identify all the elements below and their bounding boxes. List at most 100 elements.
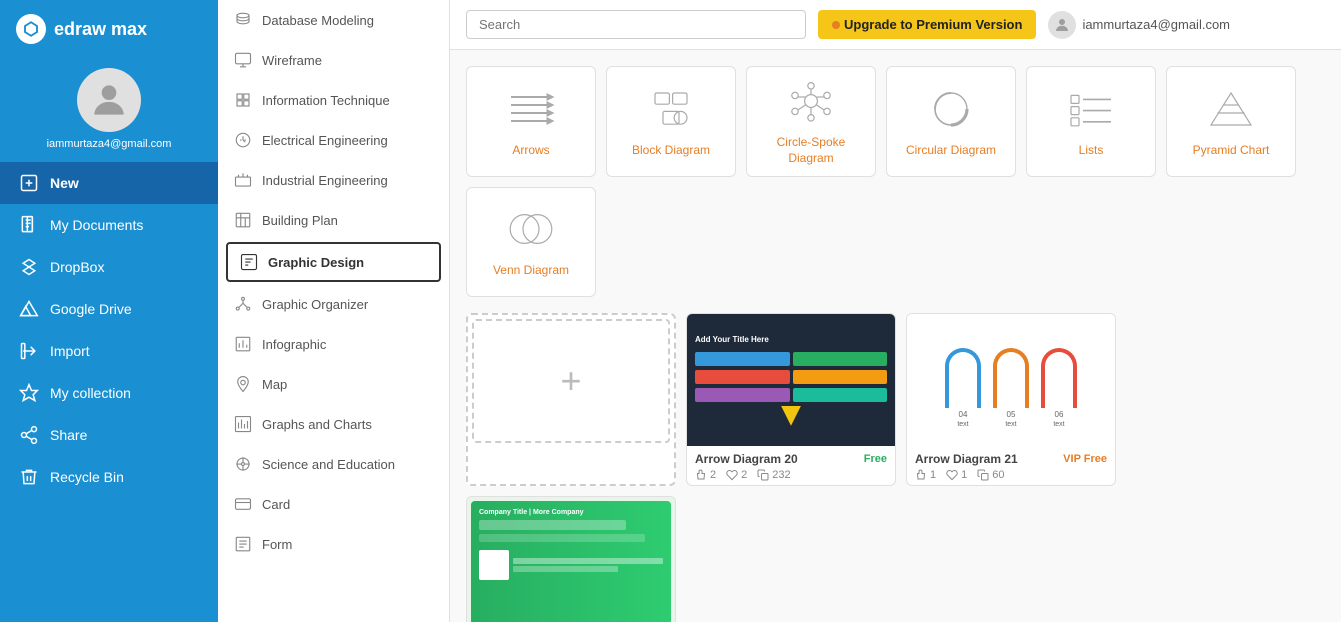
middle-item-form[interactable]: Form [218,524,449,564]
category-card-circle-spoke[interactable]: Circle-Spoke Diagram [746,66,876,177]
stat-hearts: 2 [726,469,747,481]
sidebar-item-my-documents-label: My Documents [50,217,143,233]
sidebar-item-import[interactable]: Import [0,330,218,372]
recycle-bin-icon [18,466,40,488]
arrow-diagram-20-name: Arrow Diagram 20 [695,452,798,466]
arrow-diagram-20-info: Arrow Diagram 20 Free 2 2 [687,446,895,485]
category-label-pyramid-chart: Pyramid Chart [1193,143,1270,159]
hearts-count-21: 1 [961,469,967,481]
category-card-pyramid-chart[interactable]: Pyramid Chart [1166,66,1296,177]
middle-item-science-and-education[interactable]: Science and Education [218,444,449,484]
middle-item-graphic-organizer[interactable]: Graphic Organizer [218,284,449,324]
template-card-preview-1[interactable]: Company Title | More Company [466,496,676,622]
sidebar-item-import-label: Import [50,343,90,359]
stat-likes: 2 [695,469,716,481]
middle-item-database-modeling[interactable]: Database Modeling [218,0,449,40]
copies-count: 232 [772,469,790,481]
my-collection-icon [18,382,40,404]
app-name: edraw max [54,19,147,40]
template-card-arrow-diagram-21[interactable]: 04text 05text 06text Arro [906,313,1116,486]
new-icon [18,172,40,194]
sidebar-item-dropbox-label: DropBox [50,259,104,275]
category-label-venn-diagram: Venn Diagram [493,263,569,279]
category-grid: Arrows Block Diagram [466,66,1325,297]
import-icon [18,340,40,362]
user-avatar-area: iammurtaza4@gmail.com [0,58,218,158]
category-card-arrows[interactable]: Arrows [466,66,596,177]
category-label-block-diagram: Block Diagram [632,143,710,159]
electrical-engineering-icon [232,129,254,151]
arrow-diagram-20-stats: 2 2 232 [695,469,887,481]
sidebar-item-new[interactable]: New [0,162,218,204]
hearts-count: 2 [741,469,747,481]
curved-arrow-3: 06text [1041,348,1077,428]
sidebar-item-my-documents[interactable]: My Documents [0,204,218,246]
sidebar-email: iammurtaza4@gmail.com [47,138,172,150]
database-modeling-icon [232,9,254,31]
sidebar-item-dropbox[interactable]: DropBox [0,246,218,288]
stat-copies-21: 60 [977,469,1004,481]
upgrade-button[interactable]: Upgrade to Premium Version [818,10,1036,39]
middle-item-map[interactable]: Map [218,364,449,404]
category-card-circular-diagram[interactable]: Circular Diagram [886,66,1016,177]
middle-item-industrial-engineering-label: Industrial Engineering [262,173,388,188]
curved-arrow-1: 04text [945,348,981,428]
category-label-circle-spoke: Circle-Spoke Diagram [757,135,865,166]
user-area[interactable]: iammurtaza4@gmail.com [1048,11,1230,39]
logo-icon [16,14,46,44]
stat-copies: 232 [757,469,790,481]
wireframe-icon [232,49,254,71]
main-content: Upgrade to Premium Version iammurtaza4@g… [450,0,1341,622]
copies-count-21: 60 [992,469,1004,481]
stat-hearts-21: 1 [946,469,967,481]
category-card-lists[interactable]: Lists [1026,66,1156,177]
sidebar-item-my-collection[interactable]: My collection [0,372,218,414]
category-label-lists: Lists [1079,143,1104,159]
upgrade-dot [832,21,840,29]
search-input[interactable] [466,10,806,39]
sidebar-item-google-drive[interactable]: Google Drive [0,288,218,330]
middle-item-infographic[interactable]: Infographic [218,324,449,364]
middle-item-card[interactable]: Card [218,484,449,524]
building-plan-icon [232,209,254,231]
middle-item-map-label: Map [262,377,287,392]
category-card-block-diagram[interactable]: Block Diagram [606,66,736,177]
middle-item-information-technique[interactable]: Information Technique [218,80,449,120]
middle-item-electrical-engineering[interactable]: Electrical Engineering [218,120,449,160]
user-email-display: iammurtaza4@gmail.com [1082,17,1230,32]
category-label-arrows: Arrows [512,143,549,159]
upgrade-label: Upgrade to Premium Version [844,17,1022,32]
sidebar-item-share-label: Share [50,427,87,443]
arrow-diagram-21-name: Arrow Diagram 21 [915,452,1018,466]
template-card-add-new[interactable]: + [466,313,676,486]
category-label-circular-diagram: Circular Diagram [906,143,996,159]
middle-item-wireframe[interactable]: Wireframe [218,40,449,80]
sidebar-item-recycle-bin[interactable]: Recycle Bin [0,456,218,498]
likes-count: 2 [710,469,716,481]
middle-item-graphic-design[interactable]: Graphic Design [226,242,441,282]
plus-icon: + [560,360,581,402]
arrow-diagram-21-thumb: 04text 05text 06text [907,314,1115,446]
arrow-diagram-21-info: Arrow Diagram 21 VIP Free 1 1 [907,446,1115,485]
middle-item-industrial-engineering[interactable]: Industrial Engineering [218,160,449,200]
top-bar: Upgrade to Premium Version iammurtaza4@g… [450,0,1341,50]
middle-item-graphs-and-charts[interactable]: Graphs and Charts [218,404,449,444]
likes-count-21: 1 [930,469,936,481]
middle-panel: Database Modeling Wireframe Information … [218,0,450,622]
sidebar-nav: New My Documents DropBox Google Drive [0,158,218,622]
card-icon [232,493,254,515]
information-technique-icon [232,89,254,111]
avatar [77,68,141,132]
middle-item-database-modeling-label: Database Modeling [262,13,374,28]
template-grid: + Add Your Title Here [466,313,1325,622]
add-new-thumb: + [472,319,670,443]
middle-item-building-plan[interactable]: Building Plan [218,200,449,240]
content-area: Arrows Block Diagram [450,50,1341,622]
template-card-arrow-diagram-20[interactable]: Add Your Title Here Arrow Diagram 20 Fre… [686,313,896,486]
arrow-diagram-20-badge: Free [864,453,887,465]
graphic-organizer-icon [232,293,254,315]
sidebar-item-share[interactable]: Share [0,414,218,456]
category-card-venn-diagram[interactable]: Venn Diagram [466,187,596,297]
user-avatar-small [1048,11,1076,39]
middle-item-science-and-education-label: Science and Education [262,457,395,472]
